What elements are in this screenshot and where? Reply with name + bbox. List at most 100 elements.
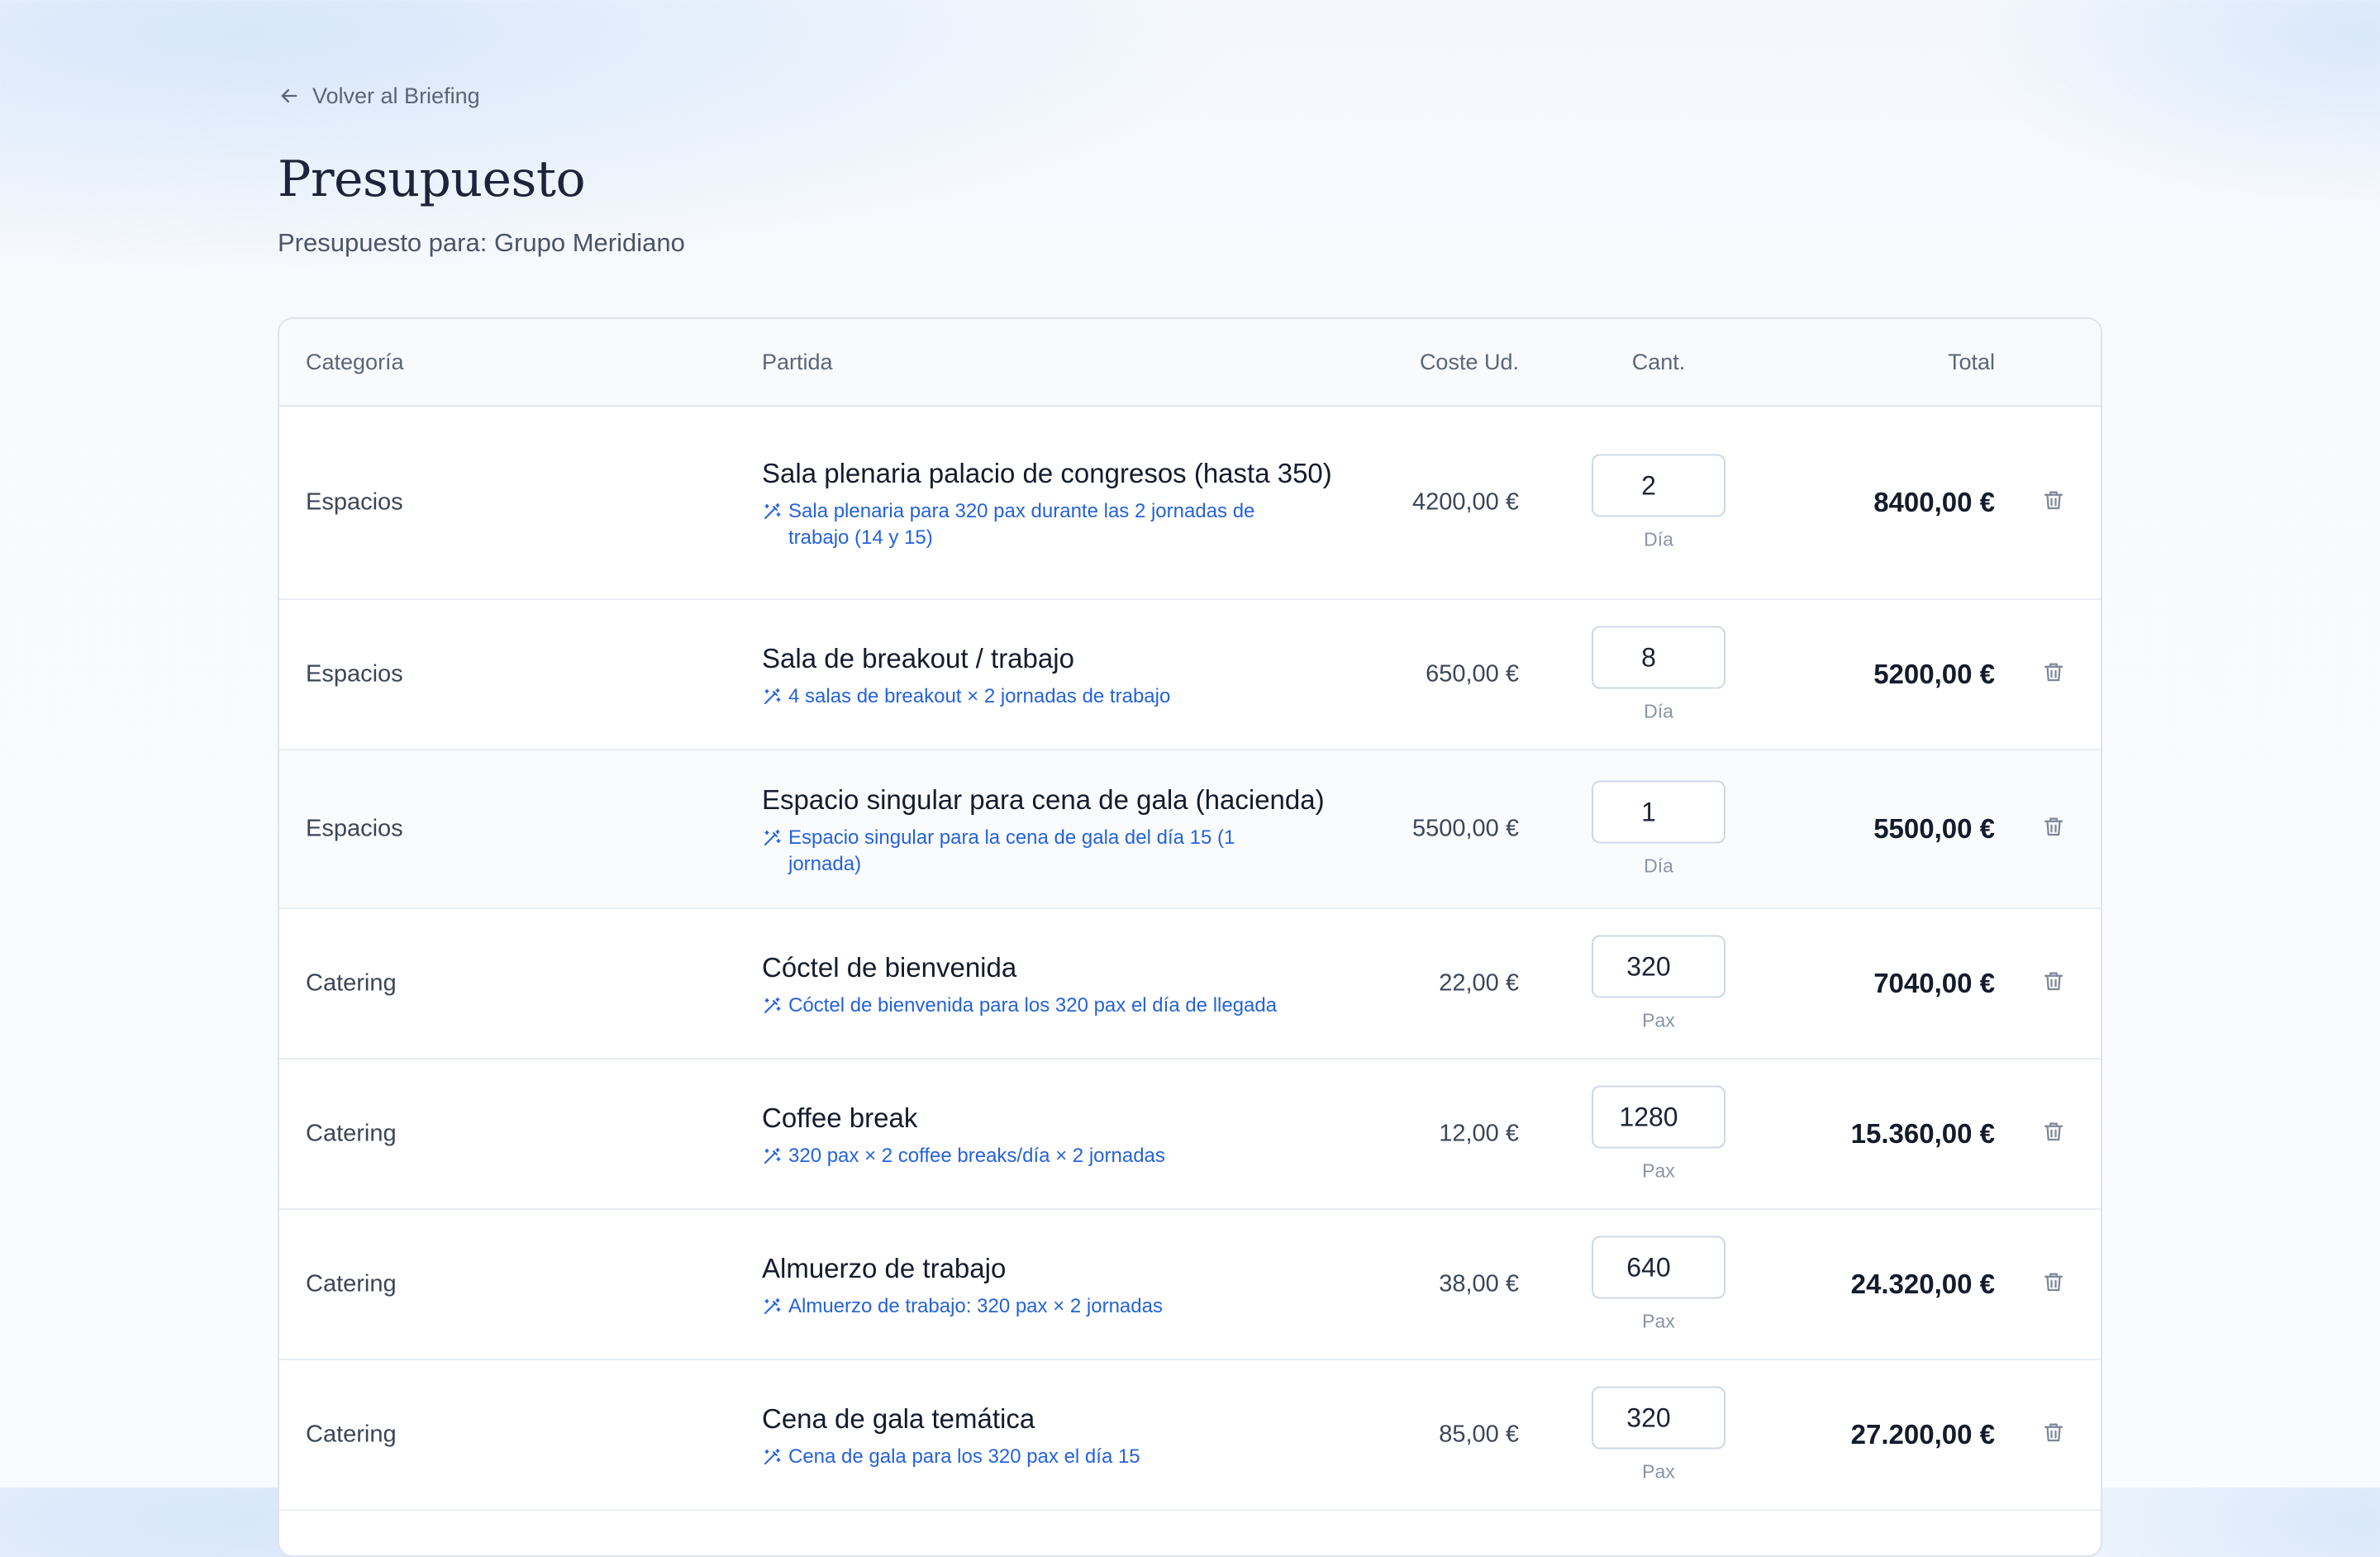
- table-row: Espacios Sala plenaria palacio de congre…: [279, 407, 2101, 600]
- magic-wand-icon: [764, 830, 781, 845]
- table-row: Catering Coffee break 320 pax × 2 coffee…: [279, 1059, 2101, 1210]
- row-unit-cost: 85,00 €: [1439, 1421, 1519, 1448]
- quantity-unit: Pax: [1642, 1310, 1675, 1332]
- row-quantity: Pax: [1592, 1236, 1726, 1333]
- table-row: Catering Cóctel de bienvenida Cóctel de …: [279, 909, 2101, 1059]
- quantity-input[interactable]: [1592, 780, 1726, 844]
- magic-wand-icon: [764, 1449, 781, 1464]
- delete-row-button[interactable]: [2041, 488, 2071, 517]
- column-header-category: Categoría: [306, 349, 404, 374]
- row-item-note: Almuerzo de trabajo: 320 pax × 2 jornada…: [762, 1293, 1291, 1320]
- trash-icon: [2044, 817, 2063, 836]
- row-item-note-text: 4 salas de breakout × 2 jornadas de trab…: [788, 685, 1171, 707]
- row-quantity: Pax: [1592, 1386, 1726, 1483]
- column-header-item: Partida: [762, 349, 833, 374]
- row-item-note-text: Cena de gala para los 320 pax el día 15: [788, 1445, 1140, 1468]
- row-quantity: Día: [1592, 454, 1726, 551]
- quantity-unit: Día: [1644, 528, 1673, 550]
- row-unit-cost: 38,00 €: [1439, 1270, 1519, 1298]
- row-category: Espacios: [306, 815, 403, 842]
- row-item-note: 4 salas de breakout × 2 jornadas de trab…: [762, 683, 1291, 710]
- column-header-total: Total: [1947, 349, 1995, 374]
- delete-row-button[interactable]: [2041, 659, 2071, 689]
- row-unit-cost: 22,00 €: [1439, 969, 1519, 997]
- quantity-input[interactable]: [1592, 1236, 1726, 1299]
- delete-row-button[interactable]: [2041, 969, 2071, 998]
- row-total: 15.360,00 €: [1850, 1118, 1995, 1149]
- row-unit-cost: 12,00 €: [1439, 1120, 1519, 1147]
- row-item-name: Sala de breakout / trabajo: [762, 643, 1074, 674]
- row-category: Catering: [306, 1270, 397, 1298]
- row-item-note-text: 320 pax × 2 coffee breaks/día × 2 jornad…: [788, 1145, 1165, 1167]
- quantity-unit: Día: [1644, 700, 1673, 722]
- row-category: Catering: [306, 1421, 397, 1448]
- row-item-note-text: Sala plenaria para 320 pax durante las 2…: [788, 500, 1255, 549]
- row-item-note: Espacio singular para la cena de gala de…: [762, 825, 1291, 878]
- row-unit-cost: 4200,00 €: [1411, 488, 1519, 516]
- row-unit-cost: 650,00 €: [1426, 660, 1519, 688]
- table-header: Categoría Partida Coste Ud. Cant. Total: [279, 319, 2101, 407]
- arrow-left-icon: [281, 88, 298, 103]
- row-item-note: 320 pax × 2 coffee breaks/día × 2 jornad…: [762, 1143, 1291, 1169]
- quantity-unit: Pax: [1642, 1159, 1675, 1182]
- table-row: Espacios Espacio singular para cena de g…: [279, 750, 2101, 909]
- row-total: 7040,00 €: [1873, 968, 1995, 998]
- row-quantity: Pax: [1592, 1085, 1726, 1183]
- delete-row-button[interactable]: [2041, 1119, 2071, 1149]
- row-quantity: Día: [1592, 780, 1726, 878]
- delete-row-button[interactable]: [2041, 814, 2071, 844]
- row-category: Espacios: [306, 488, 403, 516]
- delete-row-button[interactable]: [2041, 1420, 2071, 1450]
- row-item-name: Cena de gala temática: [762, 1403, 1035, 1434]
- delete-row-button[interactable]: [2041, 1269, 2071, 1299]
- quantity-unit: Pax: [1642, 1460, 1675, 1483]
- table-row: Espacios Sala de breakout / trabajo 4 sa…: [279, 600, 2101, 750]
- row-item-name: Espacio singular para cena de gala (haci…: [762, 784, 1325, 815]
- row-quantity: Pax: [1592, 935, 1726, 1032]
- row-total: 5200,00 €: [1873, 659, 1995, 689]
- column-header-unit-cost: Coste Ud.: [1419, 349, 1519, 374]
- row-total: 8400,00 €: [1873, 487, 1995, 517]
- magic-wand-icon: [764, 688, 781, 704]
- back-link-label: Volver al Briefing: [312, 83, 480, 108]
- row-category: Catering: [306, 1120, 397, 1147]
- page-title: Presupuesto: [278, 150, 586, 208]
- page-subtitle: Presupuesto para: Grupo Meridiano: [278, 228, 685, 257]
- magic-wand-icon: [764, 1298, 781, 1314]
- trash-icon: [2044, 1273, 2063, 1292]
- row-quantity: Día: [1592, 626, 1726, 723]
- row-item-note: Sala plenaria para 320 pax durante las 2…: [762, 498, 1291, 551]
- row-unit-cost: 5500,00 €: [1411, 815, 1519, 842]
- trash-icon: [2044, 663, 2063, 682]
- row-item-note: Cena de gala para los 320 pax el día 15: [762, 1444, 1291, 1470]
- table-row: Catering Cena de gala temática Cena de g…: [279, 1360, 2101, 1511]
- quantity-input[interactable]: [1592, 626, 1726, 689]
- magic-wand-icon: [764, 998, 781, 1013]
- row-item-note-text: Almuerzo de trabajo: 320 pax × 2 jornada…: [788, 1295, 1163, 1317]
- magic-wand-icon: [764, 1148, 781, 1164]
- row-item-name: Cóctel de bienvenida: [762, 952, 1017, 983]
- row-item-note: Cóctel de bienvenida para los 320 pax el…: [762, 993, 1291, 1019]
- row-total: 24.320,00 €: [1850, 1269, 1995, 1299]
- trash-icon: [2044, 972, 2063, 991]
- magic-wand-icon: [764, 503, 781, 519]
- row-item-note-text: Espacio singular para la cena de gala de…: [788, 826, 1235, 875]
- quantity-input[interactable]: [1592, 1085, 1726, 1149]
- back-to-briefing-link[interactable]: Volver al Briefing: [278, 79, 480, 112]
- trash-icon: [2044, 491, 2063, 510]
- trash-icon: [2044, 1122, 2063, 1141]
- row-category: Catering: [306, 969, 397, 997]
- quantity-unit: Día: [1644, 855, 1673, 877]
- quantity-input[interactable]: [1592, 454, 1726, 517]
- table-row: Catering Almuerzo de trabajo Almuerzo de…: [279, 1210, 2101, 1360]
- quantity-input[interactable]: [1592, 935, 1726, 998]
- row-item-name: Coffee break: [762, 1102, 918, 1133]
- budget-table: Categoría Partida Coste Ud. Cant. Total …: [278, 317, 2102, 1557]
- row-total: 5500,00 €: [1873, 813, 1995, 844]
- quantity-unit: Pax: [1642, 1009, 1675, 1031]
- quantity-input[interactable]: [1592, 1386, 1726, 1450]
- row-item-name: Sala plenaria palacio de congresos (hast…: [762, 458, 1332, 488]
- row-total: 27.200,00 €: [1850, 1419, 1995, 1450]
- row-item-note-text: Cóctel de bienvenida para los 320 pax el…: [788, 994, 1278, 1017]
- trash-icon: [2044, 1423, 2063, 1442]
